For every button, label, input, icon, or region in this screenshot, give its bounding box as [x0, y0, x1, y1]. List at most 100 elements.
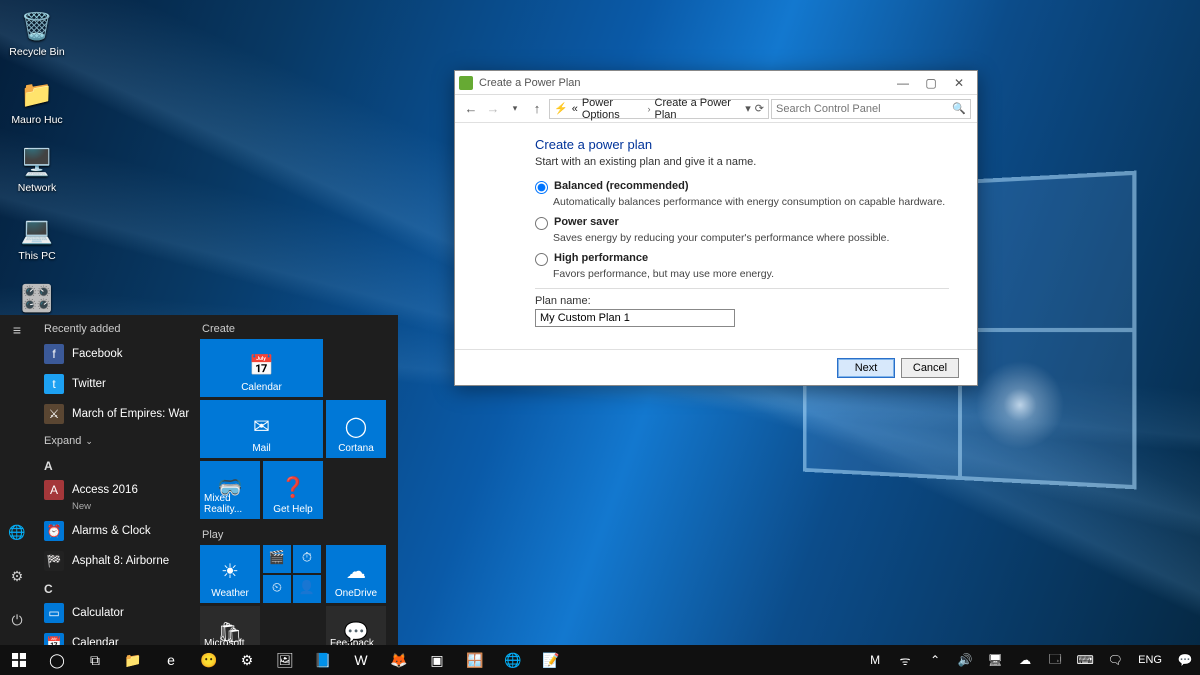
back-button[interactable]: ← [461, 99, 481, 119]
tile-grid: 📅Calendar✉Mail◯Cortana🥽Mixed Reality...❓… [200, 339, 392, 519]
titlebar[interactable]: Create a Power Plan — ▢ ✕ [455, 71, 977, 95]
expand-button[interactable]: Expand⌄ [36, 429, 192, 453]
plan-option-label[interactable]: Balanced (recommended) [535, 180, 949, 194]
tile-icon: 👤 [299, 579, 315, 595]
power-icon[interactable]: ⏻ [0, 605, 34, 635]
desktop-icon-network[interactable]: 🖥️Network [2, 138, 72, 206]
taskbar-pinned-11[interactable]: 🪟 [456, 645, 494, 675]
app-item[interactable]: ▭Calculator [36, 598, 192, 628]
search-icon[interactable]: 🔍 [952, 102, 966, 115]
taskbar-pinned-6[interactable]: 🖼 [266, 645, 304, 675]
tray-icon-4[interactable]: 🖥 [980, 645, 1010, 675]
plan-option-label[interactable]: High performance [535, 252, 949, 266]
tile-weather[interactable]: ☀Weather [200, 545, 260, 603]
forward-button[interactable]: → [483, 99, 503, 119]
desktop-icon-user-folder[interactable]: 📁Mauro Huc [2, 70, 72, 138]
user-icon[interactable]: 🌐 [0, 517, 34, 547]
taskbar-pinned-8[interactable]: W [342, 645, 380, 675]
plan-option-title: High performance [554, 252, 648, 264]
app-item[interactable]: ⏰Alarms & Clock [36, 516, 192, 546]
start-button[interactable] [0, 645, 38, 675]
refresh-button[interactable]: ⟳ [755, 102, 764, 115]
letter-header-C[interactable]: C [36, 576, 192, 598]
tile-mixed-reality-[interactable]: 🥽Mixed Reality... [200, 461, 260, 519]
breadcrumb-dropdown[interactable]: ▾ [745, 102, 751, 115]
taskbar-pinned-12[interactable]: 🌐 [494, 645, 532, 675]
desktop-icon-label: Recycle Bin [9, 46, 64, 58]
taskbar-pinned-0[interactable]: ◯ [38, 645, 76, 675]
plan-option-powersaver: Power saver Saves energy by reducing you… [535, 216, 949, 244]
letter-header-A[interactable]: A [36, 453, 192, 475]
taskbar-pinned-2[interactable]: 📁 [114, 645, 152, 675]
minimize-button[interactable]: — [889, 72, 917, 94]
desktop-icon-recycle-bin[interactable]: 🗑️Recycle Bin [2, 2, 72, 70]
search-input[interactable] [776, 103, 948, 115]
taskbar-pinned-5[interactable]: ⚙ [228, 645, 266, 675]
up-button[interactable]: ↑ [527, 99, 547, 119]
tile-calendar[interactable]: 📅Calendar [200, 339, 323, 397]
hamburger-icon[interactable]: ≡ [0, 315, 34, 345]
tile-group-header[interactable]: Play [200, 525, 392, 545]
app-item[interactable]: ⚔March of Empires: War of Lords [36, 399, 192, 429]
tile-label: Cortana [338, 443, 374, 454]
small-tile[interactable]: 👤 [293, 575, 321, 603]
small-tile[interactable]: ⏱ [293, 545, 321, 573]
taskbar-pinned-10[interactable]: ▣ [418, 645, 456, 675]
taskbar-pinned-7[interactable]: 📘 [304, 645, 342, 675]
tile-icon: ❓ [281, 475, 306, 500]
tray-icon-7[interactable]: ⌨ [1070, 645, 1100, 675]
tile-icon: 🥽 [218, 475, 243, 500]
tray-icon-1[interactable]: ᯤ [890, 645, 920, 675]
small-tile[interactable]: ⏲ [263, 575, 291, 603]
close-button[interactable]: ✕ [945, 72, 973, 94]
app-item[interactable]: fFacebook [36, 339, 192, 369]
cancel-button[interactable]: Cancel [901, 358, 959, 378]
tray-icon-3[interactable]: 🔊 [950, 645, 980, 675]
desktop-icon-this-pc[interactable]: 💻This PC [2, 206, 72, 274]
search-box[interactable]: 🔍 [771, 99, 971, 119]
tray-icon-6[interactable]: 🗔 [1040, 645, 1070, 675]
tile-get-help[interactable]: ❓Get Help [263, 461, 323, 519]
tile-onedrive[interactable]: ☁OneDrive [326, 545, 386, 603]
breadcrumb-parent[interactable]: Power Options [582, 97, 644, 121]
taskbar-pinned-13[interactable]: 📝 [532, 645, 570, 675]
taskbar-pinned-4[interactable]: 😶 [190, 645, 228, 675]
tray-icon-8[interactable]: 🗨 [1100, 645, 1130, 675]
window-footer: Next Cancel [455, 349, 977, 385]
small-tile-group: 🎬⏱⏲ 👤 [263, 545, 323, 603]
taskbar-pinned-3[interactable]: e [152, 645, 190, 675]
taskbar-pinned-9[interactable]: 🦊 [380, 645, 418, 675]
plan-radio-highperf[interactable] [535, 253, 548, 266]
tile-icon: 💬 [344, 620, 369, 645]
breadcrumb-bar[interactable]: ⚡ « Power Options › Create a Power Plan … [549, 99, 769, 119]
app-item[interactable]: tTwitter [36, 369, 192, 399]
desktop-icon-label: Mauro Huc [11, 114, 62, 126]
taskbar-language[interactable]: ENG [1130, 645, 1170, 675]
breadcrumb-current[interactable]: Create a Power Plan [655, 97, 742, 121]
page-subheading: Start with an existing plan and give it … [535, 156, 949, 168]
app-item[interactable]: 📅Calendar [36, 628, 192, 645]
plan-option-desc: Saves energy by reducing your computer's… [553, 232, 949, 244]
plan-option-label[interactable]: Power saver [535, 216, 949, 230]
tile-cortana[interactable]: ◯Cortana [326, 400, 386, 458]
recent-locations-button[interactable]: ▾ [505, 99, 525, 119]
settings-icon[interactable]: ⚙ [0, 561, 34, 591]
maximize-button[interactable]: ▢ [917, 72, 945, 94]
tray-icon-5[interactable]: ☁ [1010, 645, 1040, 675]
next-button[interactable]: Next [837, 358, 895, 378]
tray-icon-2[interactable]: ⌃ [920, 645, 950, 675]
small-tile[interactable]: 🎬 [263, 545, 291, 573]
app-label: Asphalt 8: Airborne [72, 555, 169, 567]
this-pc-icon: 💻 [19, 212, 55, 248]
action-center-icon[interactable]: 💬 [1170, 645, 1200, 675]
plan-radio-balanced[interactable] [535, 181, 548, 194]
app-item[interactable]: 🏁Asphalt 8: Airborne [36, 546, 192, 576]
app-label: Access 2016 [72, 484, 138, 496]
plan-radio-powersaver[interactable] [535, 217, 548, 230]
tile-mail[interactable]: ✉Mail [200, 400, 323, 458]
tile-group-header[interactable]: Create [200, 319, 392, 339]
plan-name-input[interactable] [535, 309, 735, 327]
plan-option-title: Power saver [554, 216, 619, 228]
taskbar-pinned-1[interactable]: ⧉ [76, 645, 114, 675]
tray-icon-0[interactable]: M [860, 645, 890, 675]
